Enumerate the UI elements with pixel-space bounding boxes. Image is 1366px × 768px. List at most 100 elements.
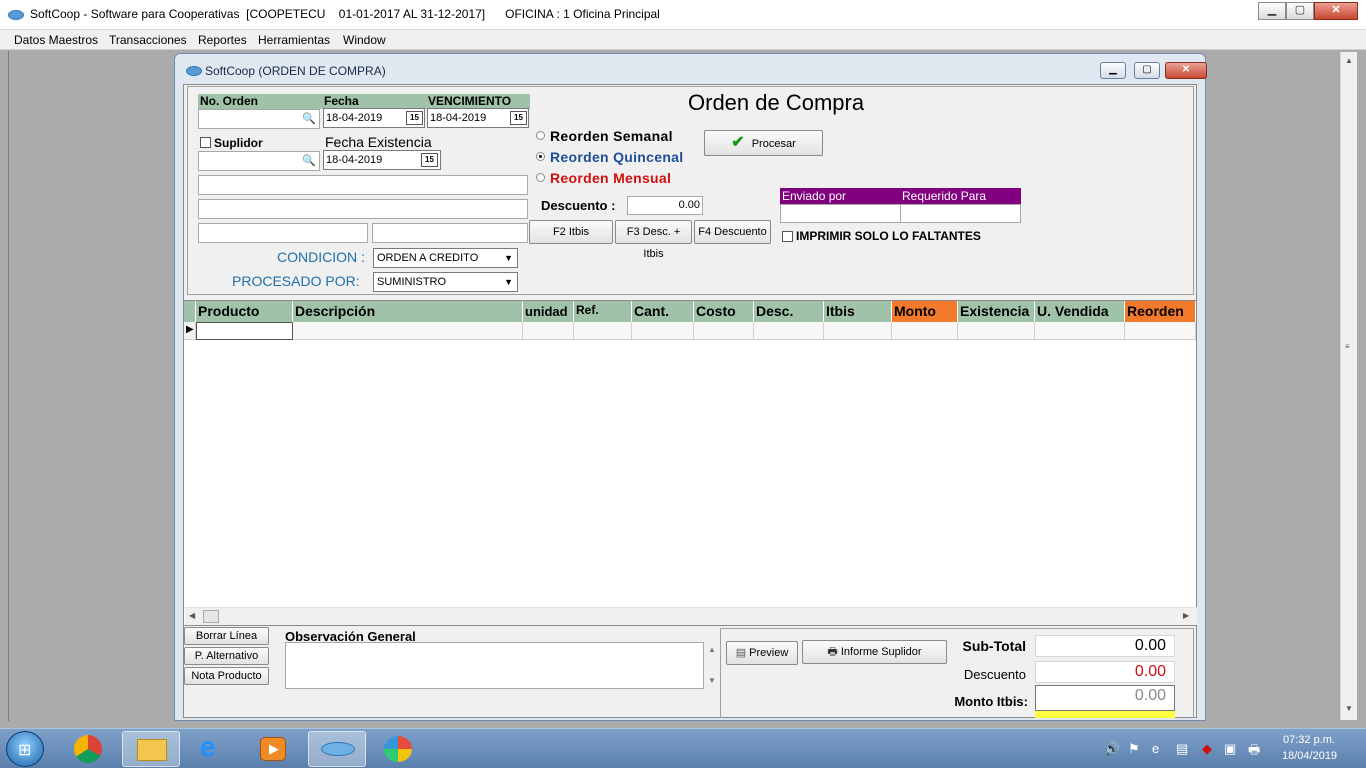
vencimiento-date-field[interactable]: 18-04-2019 15 (427, 108, 529, 128)
grid-scroll-thumb[interactable] (203, 610, 219, 623)
col-producto[interactable]: Producto (196, 301, 293, 322)
suplidor-checkbox[interactable] (200, 137, 211, 148)
taskbar-softcoop[interactable] (308, 731, 366, 767)
row-selector[interactable]: ▶ (184, 322, 196, 340)
condicion-select[interactable]: ORDEN A CREDITO ▼ (373, 248, 518, 268)
procesar-button[interactable]: ✔ Procesar (704, 130, 823, 156)
cell-itbis[interactable] (824, 322, 892, 340)
col-reorden[interactable]: Reorden (1125, 301, 1196, 322)
cell-reorden[interactable] (1125, 322, 1196, 340)
alert-icon[interactable]: ◆ (1202, 741, 1212, 757)
cell-descripcion[interactable] (293, 322, 523, 340)
preview-button[interactable]: ▤ Preview (726, 641, 798, 665)
col-cant[interactable]: Cant. (632, 301, 694, 322)
nota-producto-button[interactable]: Nota Producto (184, 667, 269, 685)
fecha-date-field[interactable]: 18-04-2019 15 (323, 108, 425, 128)
no-orden-input[interactable]: 🔍 (198, 109, 320, 129)
suplidor-extra-field[interactable] (372, 223, 528, 243)
suplidor-phone-field[interactable] (198, 223, 368, 243)
col-existencia[interactable]: Existencia (958, 301, 1035, 322)
cell-producto[interactable] (196, 322, 293, 340)
close-button[interactable]: ✕ (1314, 2, 1358, 20)
taskbar-chrome[interactable] (60, 731, 118, 767)
observacion-scroll-up-icon[interactable]: ▲ (708, 645, 716, 654)
informe-suplidor-button[interactable]: 🖶 Informe Suplidor (802, 640, 947, 664)
col-unidad[interactable]: unidad (523, 301, 574, 322)
suplidor-input[interactable]: 🔍 (198, 151, 320, 171)
cell-u-vendida[interactable] (1035, 322, 1125, 340)
scroll-right-arrow-icon[interactable]: ▶ (1183, 611, 1189, 620)
scroll-up-arrow-icon[interactable]: ▲ (1345, 56, 1353, 65)
taskbar-ie[interactable]: e (184, 731, 242, 767)
device-icon[interactable]: ▤ (1176, 741, 1188, 757)
menu-datos-maestros[interactable]: Datos Maestros (14, 33, 98, 47)
clock-time[interactable]: 07:32 p.m. (1283, 734, 1335, 746)
clock-date[interactable]: 18/04/2019 (1282, 750, 1337, 762)
menu-window[interactable]: Window (343, 33, 386, 47)
display-icon[interactable]: ▣ (1224, 741, 1236, 757)
child-close-button[interactable]: ✕ (1165, 62, 1207, 79)
reorden-mensual-radio[interactable] (536, 173, 545, 182)
network-icon[interactable]: e (1152, 741, 1159, 756)
cell-cant[interactable] (632, 322, 694, 340)
vencimiento-value: 18-04-2019 (430, 112, 487, 124)
procesado-dropdown-icon[interactable]: ▼ (504, 277, 513, 287)
observacion-textarea[interactable] (285, 642, 704, 689)
cell-existencia[interactable] (958, 322, 1035, 340)
maximize-button[interactable]: ▢ (1286, 2, 1314, 20)
f4-descuento-button[interactable]: F4 Descuento (694, 220, 771, 244)
col-monto[interactable]: Monto (892, 301, 958, 322)
grid-horizontal-scrollbar[interactable]: ◀ ▶ (185, 607, 1197, 625)
condicion-dropdown-icon[interactable]: ▼ (504, 253, 513, 263)
start-button[interactable]: ⊞ (6, 731, 44, 767)
menu-herramientas[interactable]: Herramientas (258, 33, 330, 47)
col-ref[interactable]: Ref. (574, 301, 632, 322)
products-grid[interactable]: Producto Descripción unidad Ref. Cant. C… (183, 300, 1197, 626)
mdi-vertical-scrollbar[interactable]: ▲ ≡ ▼ (1340, 52, 1357, 720)
f3-desc-itbis-button[interactable]: F3 Desc. + Itbis (615, 220, 692, 260)
menu-transacciones[interactable]: Transacciones (109, 33, 187, 47)
col-costo[interactable]: Costo (694, 301, 754, 322)
child-minimize-button[interactable]: ▁ (1100, 62, 1126, 79)
cell-desc[interactable] (754, 322, 824, 340)
suplidor-address-field[interactable] (198, 199, 528, 219)
scroll-down-arrow-icon[interactable]: ▼ (1345, 704, 1353, 713)
col-itbis[interactable]: Itbis (824, 301, 892, 322)
child-maximize-button[interactable]: ▢ (1134, 62, 1160, 79)
imprimir-faltantes-checkbox[interactable] (782, 231, 793, 242)
cell-unidad[interactable] (523, 322, 574, 340)
procesado-por-select[interactable]: SUMINISTRO ▼ (373, 272, 518, 292)
volume-icon[interactable]: 🔊 (1104, 741, 1120, 757)
fecha-existencia-date-field[interactable]: 18-04-2019 15 (323, 150, 441, 170)
reorden-semanal-radio[interactable] (536, 131, 545, 140)
fecha-calendar-icon[interactable]: 15 (406, 111, 423, 125)
cell-ref[interactable] (574, 322, 632, 340)
no-orden-search-icon[interactable]: 🔍 (300, 112, 318, 128)
requerido-para-input[interactable] (900, 204, 1021, 223)
menu-reportes[interactable]: Reportes (198, 33, 247, 47)
observacion-scroll-down-icon[interactable]: ▼ (708, 676, 716, 685)
minimize-button[interactable]: ▁ (1258, 2, 1286, 20)
col-descripcion[interactable]: Descripción (293, 301, 523, 322)
col-u-vendida[interactable]: U. Vendida (1035, 301, 1125, 322)
taskbar-explorer[interactable] (122, 731, 180, 767)
suplidor-search-icon[interactable]: 🔍 (300, 154, 318, 170)
scroll-grip-icon[interactable]: ≡ (1345, 342, 1350, 351)
enviado-por-input[interactable] (780, 204, 901, 223)
taskbar-paint[interactable] (370, 731, 428, 767)
p-alternativo-button[interactable]: P. Alternativo (184, 647, 269, 665)
tray-printer-icon[interactable]: 🖶 (1248, 741, 1260, 763)
f2-itbis-button[interactable]: F2 Itbis (529, 220, 613, 244)
scroll-left-arrow-icon[interactable]: ◀ (189, 611, 195, 620)
action-center-icon[interactable]: ⚑ (1128, 741, 1140, 757)
borrar-linea-button[interactable]: Borrar Línea (184, 627, 269, 645)
vencimiento-calendar-icon[interactable]: 15 (510, 111, 527, 125)
col-desc[interactable]: Desc. (754, 301, 824, 322)
descuento-input[interactable]: 0.00 (627, 196, 703, 215)
fecha-existencia-calendar-icon[interactable]: 15 (421, 153, 438, 167)
cell-costo[interactable] (694, 322, 754, 340)
suplidor-name-field[interactable] (198, 175, 528, 195)
taskbar-media-player[interactable]: ▶ (246, 731, 304, 767)
cell-monto[interactable] (892, 322, 958, 340)
reorden-quincenal-radio[interactable] (536, 152, 545, 161)
